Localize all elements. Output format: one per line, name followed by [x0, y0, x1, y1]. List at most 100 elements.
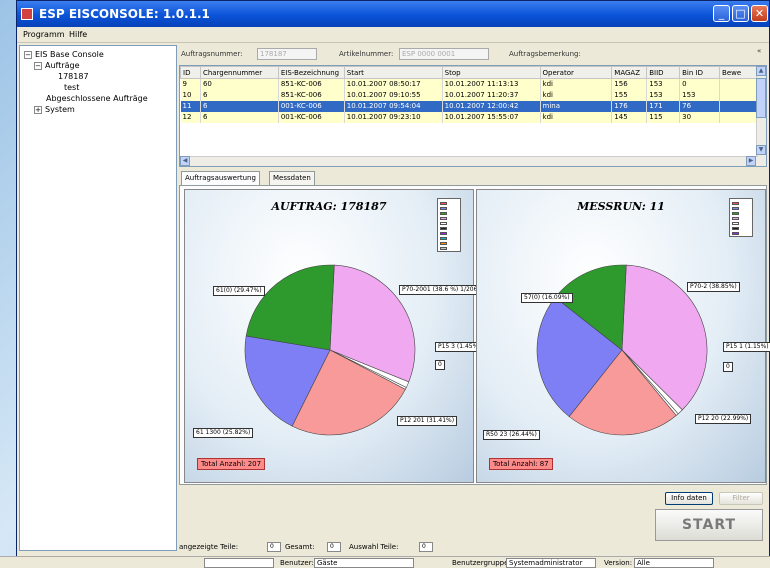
column-header[interactable]: MAGAZ — [611, 66, 648, 79]
tab-panel-auswertung: AUFTRAG: 178187 61(0) (29.47%) P70-2001 … — [179, 185, 770, 485]
slice-label: R50 23 (26.44%) — [483, 430, 540, 440]
scroll-right-icon[interactable]: ▶ — [746, 156, 756, 166]
cell: 001-KC-006 — [278, 100, 345, 112]
tree-node-test[interactable]: test — [64, 83, 79, 92]
table-row-selected[interactable]: 11 6 001-KC-006 10.01.2007 09:54:04 10.01.20… — [180, 100, 757, 112]
cell: 10.01.2007 15:55:07 — [442, 111, 541, 123]
auftragsbemerkung-label: Auftragsbemerkung: — [509, 50, 581, 58]
chart-total: Total Anzahl: 87 — [489, 458, 553, 470]
app-icon — [21, 8, 33, 20]
cell: 851-KC-006 — [278, 78, 345, 90]
table-header-row: ID Chargennummer EIS-Bezeichnung Start S… — [180, 66, 757, 79]
chart-total: Total Anzahl: 207 — [197, 458, 266, 470]
cell — [719, 111, 757, 123]
slice-label: 61 1300 (25.82%) — [193, 428, 254, 438]
column-header[interactable]: Bewe — [719, 66, 757, 79]
info-daten-button[interactable]: Info daten — [665, 492, 713, 505]
legend-item — [732, 211, 752, 215]
legend-swatch — [732, 217, 739, 220]
maximize-icon[interactable]: □ — [732, 5, 749, 22]
cell — [719, 78, 757, 90]
cell: 0 — [679, 78, 721, 90]
column-header[interactable]: Bin ID — [679, 66, 721, 79]
legend-swatch — [440, 242, 447, 245]
legend-item — [732, 216, 752, 220]
auswahl-label: Auswahl Teile: — [349, 543, 399, 551]
cell: 6 — [200, 100, 279, 112]
benutzer-label: Benutzer: — [280, 559, 314, 567]
scroll-thumb[interactable] — [756, 78, 766, 118]
collapse-chevron-icon[interactable]: « — [757, 47, 761, 55]
cell: 6 — [200, 111, 279, 123]
legend-item — [440, 231, 460, 235]
legend-swatch — [732, 212, 739, 215]
legend-swatch — [440, 217, 447, 220]
menu-hilfe[interactable]: Hilfe — [69, 30, 87, 39]
tree-node-system[interactable]: + System — [34, 105, 75, 114]
close-icon[interactable]: ✕ — [751, 5, 768, 22]
cell: 12 — [180, 111, 201, 123]
benutzergruppe-value: Systemadministrator — [506, 558, 596, 568]
title-bar[interactable]: ESP EISCONSOLE: 1.0.1.1 _ □ ✕ — [17, 1, 769, 27]
column-header[interactable]: BIID — [646, 66, 681, 79]
table-row[interactable]: 10 6 851-KC-006 10.01.2007 09:10:55 10.01.20… — [180, 89, 757, 101]
status-progress — [204, 558, 274, 568]
collapse-icon[interactable]: − — [24, 50, 32, 59]
column-header[interactable]: Start — [343, 66, 443, 79]
table-row[interactable]: 12 6 001-KC-006 10.01.2007 09:23:10 10.01.20… — [180, 111, 757, 123]
gesamt-label: Gesamt: — [285, 543, 315, 551]
cell: 10.01.2007 12:00:42 — [442, 100, 541, 112]
cell: 10.01.2007 08:50:17 — [344, 78, 443, 90]
cell — [719, 89, 757, 101]
tab-auftragsauswertung[interactable]: Auftragsauswertung — [181, 171, 260, 186]
start-button[interactable]: START — [655, 509, 763, 541]
column-header[interactable]: EIS-Bezeichnung — [277, 66, 345, 79]
cell: 115 — [646, 111, 681, 123]
angezeigte-label: angezeigte Teile: — [179, 543, 239, 551]
chart-legend — [729, 198, 753, 237]
auftragsnummer-label: Auftragsnummer: — [181, 50, 243, 58]
tree-node-abgeschlossene[interactable]: Abgeschlossene Aufträge — [46, 94, 148, 103]
scroll-down-icon[interactable]: ▼ — [756, 145, 766, 155]
charges-table[interactable]: ID Chargennummer EIS-Bezeichnung Start S… — [179, 65, 767, 167]
tree-node-order[interactable]: 178187 — [58, 72, 89, 81]
cell: kdi — [540, 78, 613, 90]
legend-item — [440, 221, 460, 225]
table-vertical-scrollbar[interactable]: ▲ ▼ — [756, 66, 766, 166]
tree-node-auftraege[interactable]: − Aufträge — [34, 61, 80, 70]
navigation-tree[interactable]: − EIS Base Console − Aufträge 178187 test … — [19, 45, 177, 551]
cell: kdi — [540, 111, 613, 123]
benutzer-value: Gäste — [314, 558, 414, 568]
menu-programm[interactable]: Programm — [23, 30, 65, 39]
slice-label: P15 1 (1.15%) — [723, 342, 770, 352]
gesamt-value: 0 — [327, 542, 341, 552]
cell: 171 — [646, 100, 681, 112]
version-value: Alle — [634, 558, 714, 568]
scroll-up-icon[interactable]: ▲ — [756, 66, 766, 76]
expand-icon[interactable]: + — [34, 105, 42, 114]
cell: 11 — [180, 100, 201, 112]
benutzergruppe-label: Benutzergruppe: — [452, 559, 511, 567]
column-header[interactable]: Stop — [441, 66, 541, 79]
artikelnummer-field[interactable]: ESP 0000 0001 — [399, 48, 489, 60]
auftragsnummer-field[interactable]: 178187 — [257, 48, 317, 60]
table-row[interactable]: 9 60 851-KC-006 10.01.2007 08:50:17 10.01.20… — [180, 78, 757, 90]
auswahl-value: 0 — [419, 542, 433, 552]
tree-node-root[interactable]: − EIS Base Console — [24, 50, 104, 59]
filter-button[interactable]: Filter — [719, 492, 763, 505]
minimize-icon[interactable]: _ — [713, 5, 730, 22]
collapse-icon[interactable]: − — [34, 61, 42, 70]
column-header[interactable]: Operator — [539, 66, 613, 79]
scroll-left-icon[interactable]: ◀ — [180, 156, 190, 166]
artikelnummer-label: Artikelnummer: — [339, 50, 394, 58]
legend-item — [440, 211, 460, 215]
tab-messdaten[interactable]: Messdaten — [269, 171, 315, 185]
angezeigte-value: 0 — [267, 542, 281, 552]
legend-item — [440, 226, 460, 230]
legend-swatch — [440, 232, 447, 235]
column-header[interactable]: Chargennummer — [199, 66, 279, 79]
cell: 851-KC-006 — [278, 89, 345, 101]
column-header[interactable]: ID — [180, 66, 201, 79]
table-horizontal-scrollbar[interactable]: ◀ ▶ — [180, 156, 758, 166]
legend-swatch — [440, 207, 447, 210]
